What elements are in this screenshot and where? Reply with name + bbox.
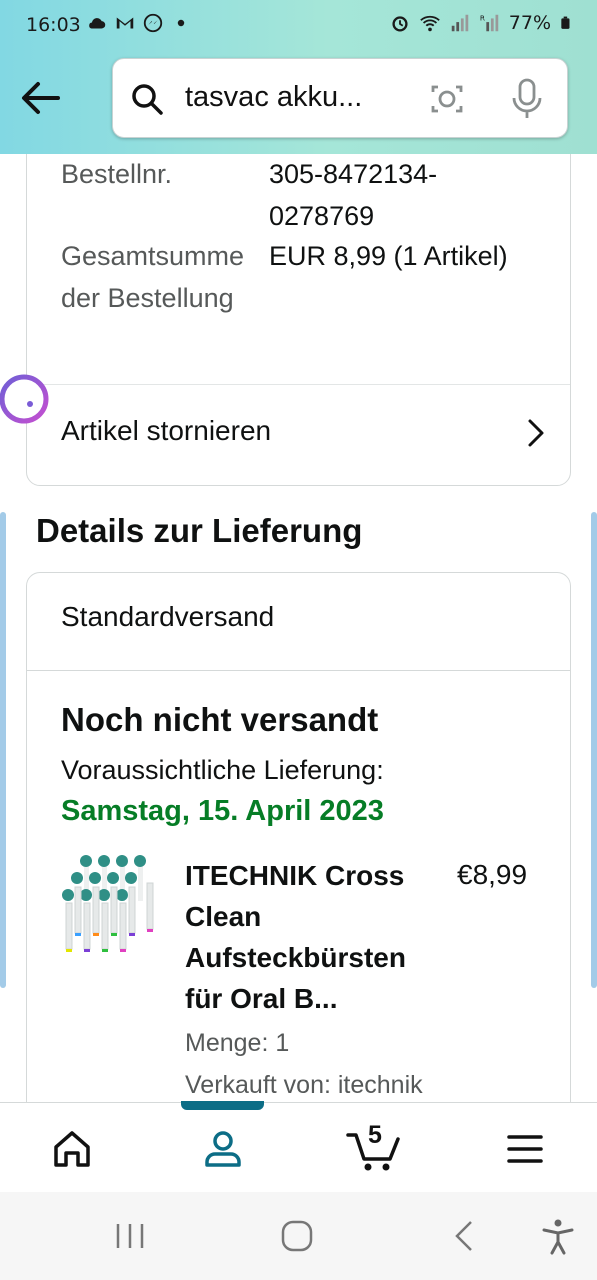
- delivery-section-title: Details zur Lieferung: [36, 512, 363, 549]
- home-circle-icon[interactable]: [277, 1216, 317, 1256]
- order-total-value: EUR 8,99 (1 Artikel): [269, 241, 508, 271]
- cancel-items-label: Artikel stornieren: [61, 415, 272, 446]
- battery-percent: 77%: [508, 12, 551, 34]
- menu-icon[interactable]: [501, 1125, 549, 1173]
- svg-text:R: R: [480, 13, 485, 22]
- order-number-value: 305-8472134-0278769: [269, 159, 438, 231]
- signal-icon: [451, 14, 469, 32]
- accessibility-icon[interactable]: [538, 1216, 578, 1256]
- status-time: 16:03: [26, 14, 81, 36]
- home-icon[interactable]: [48, 1125, 96, 1173]
- bottom-navigation: 5: [0, 1101, 597, 1192]
- battery-icon: [561, 16, 570, 29]
- product-seller: Verkauft von: itechnik: [185, 1071, 423, 1099]
- scrollbar[interactable]: [591, 512, 597, 988]
- search-icon: [132, 84, 163, 115]
- edge-panel-handle[interactable]: [0, 512, 6, 988]
- gmail-icon: [116, 17, 134, 29]
- cart-count-badge: 5: [368, 1121, 382, 1149]
- recents-icon[interactable]: [110, 1216, 150, 1256]
- back-arrow-icon[interactable]: [18, 78, 64, 118]
- dot-icon: [177, 19, 185, 27]
- product-price: €8,99: [457, 859, 528, 890]
- shipment-status: Noch nicht versandt: [61, 701, 379, 738]
- signal-roaming-icon: R: [480, 13, 499, 32]
- cloud-icon: [89, 18, 106, 29]
- search-bar[interactable]: tasvac akku...: [112, 58, 568, 138]
- search-input[interactable]: tasvac akku...: [185, 81, 405, 114]
- shipping-method: Standardversand: [61, 601, 275, 632]
- order-number-label: Bestellnr.: [61, 159, 173, 189]
- expected-delivery-date: Samstag, 15. April 2023: [61, 795, 384, 827]
- app-header: 16:03 R 77% tasvac akku...: [0, 0, 597, 154]
- chevron-right-icon: [528, 419, 544, 447]
- floating-assistant-icon[interactable]: [0, 373, 50, 425]
- order-summary-card: Bestellnr. 305-8472134-0278769 Gesamtsum…: [26, 154, 571, 486]
- status-bar: 16:03 R 77%: [0, 0, 597, 52]
- product-image[interactable]: [57, 853, 161, 965]
- account-icon[interactable]: [199, 1125, 247, 1173]
- wifi-icon: [419, 15, 440, 32]
- delivery-card: Standardversand Noch nicht versandt Vora…: [26, 572, 571, 1102]
- divider: [27, 670, 570, 671]
- camera-icon[interactable]: [427, 79, 467, 119]
- back-chevron-icon[interactable]: [445, 1216, 485, 1256]
- messenger-icon: [143, 13, 163, 33]
- product-quantity: Menge: 1: [185, 1029, 290, 1057]
- order-details-content[interactable]: Bestellnr. 305-8472134-0278769 Gesamtsum…: [0, 154, 597, 1102]
- cart-button[interactable]: 5: [346, 1121, 402, 1173]
- system-navigation-bar: [0, 1192, 597, 1280]
- microphone-icon[interactable]: [509, 77, 545, 121]
- product-title-link[interactable]: ITECHNIK Cross Clean Aufsteckbürsten für…: [185, 855, 445, 1019]
- order-total-label: Gesamtsumme der Bestellung: [61, 241, 245, 313]
- cancel-items-row[interactable]: Artikel stornieren: [27, 385, 570, 481]
- expected-delivery-label: Voraussichtliche Lieferung:: [61, 755, 384, 785]
- active-tab-indicator: [181, 1101, 264, 1110]
- alarm-icon: [392, 16, 408, 32]
